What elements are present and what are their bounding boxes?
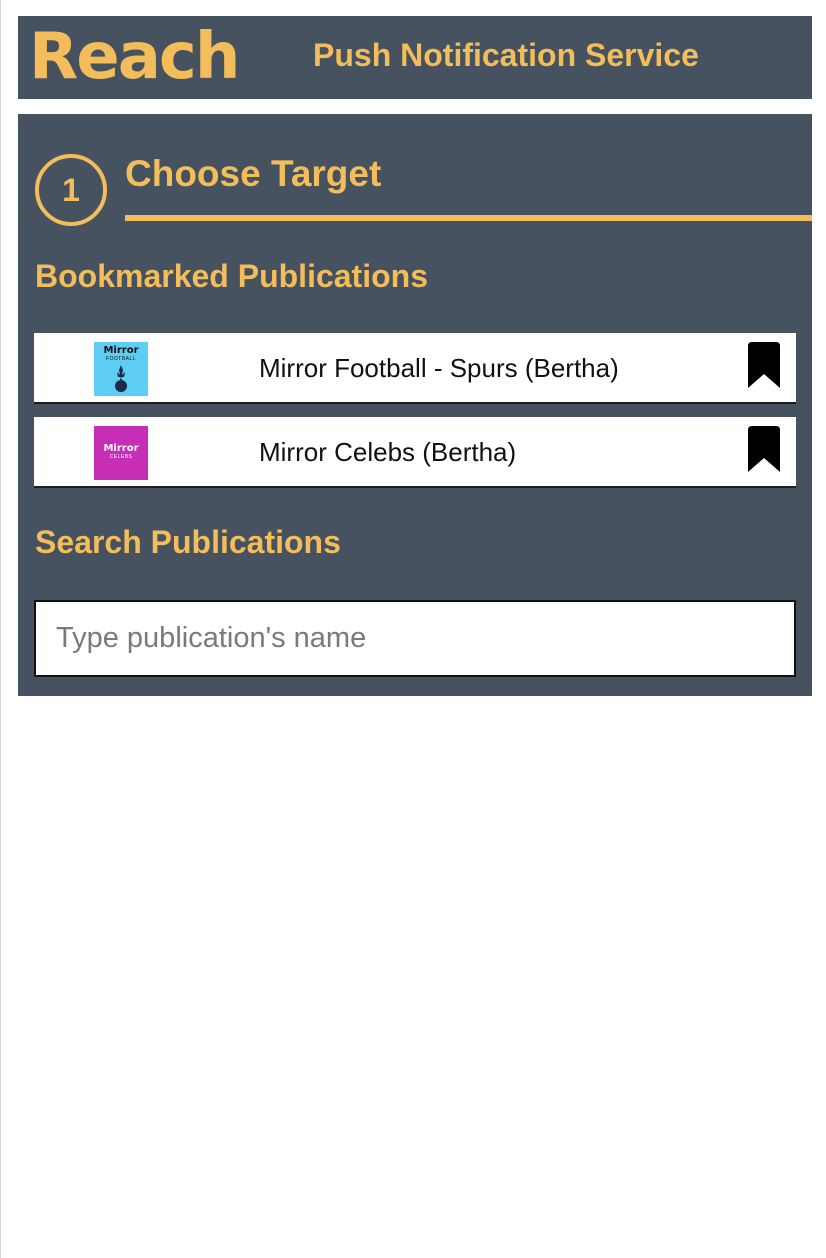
publication-search-input[interactable] — [34, 600, 796, 677]
bookmarked-publication-row[interactable]: Mirror FOOTBALL Mirror Football - Spurs … — [34, 333, 796, 404]
reach-logo[interactable]: Reach — [29, 22, 240, 92]
mirror-celebs-logo: Mirror CELEBS — [94, 426, 148, 480]
bookmark-icon[interactable] — [745, 341, 783, 389]
app-header: Reach Push Notification Service — [18, 16, 812, 99]
app-title: Push Notification Service — [313, 37, 699, 73]
bookmark-icon[interactable] — [745, 425, 783, 473]
publication-name: Mirror Celebs (Bertha) — [259, 437, 517, 467]
bookmarked-publications-heading: Bookmarked Publications — [35, 258, 428, 294]
step-number-badge: 1 — [35, 154, 107, 226]
publication-logo-brand: Mirror — [103, 443, 139, 454]
bookmarked-publication-row[interactable]: Mirror CELEBS Mirror Celebs (Bertha) — [34, 417, 796, 488]
spurs-cockerel-icon — [115, 365, 127, 392]
search-publications-heading: Search Publications — [35, 524, 341, 560]
publication-logo-brand: Mirror — [103, 345, 139, 356]
choose-target-panel: 1 Choose Target Bookmarked Publications … — [18, 114, 812, 696]
step-title: Choose Target — [125, 153, 382, 194]
publication-logo-sub: CELEBS — [109, 454, 133, 460]
step-title-underline — [125, 215, 812, 221]
mirror-football-logo: Mirror FOOTBALL — [94, 342, 148, 396]
publication-name: Mirror Football - Spurs (Bertha) — [259, 353, 619, 383]
